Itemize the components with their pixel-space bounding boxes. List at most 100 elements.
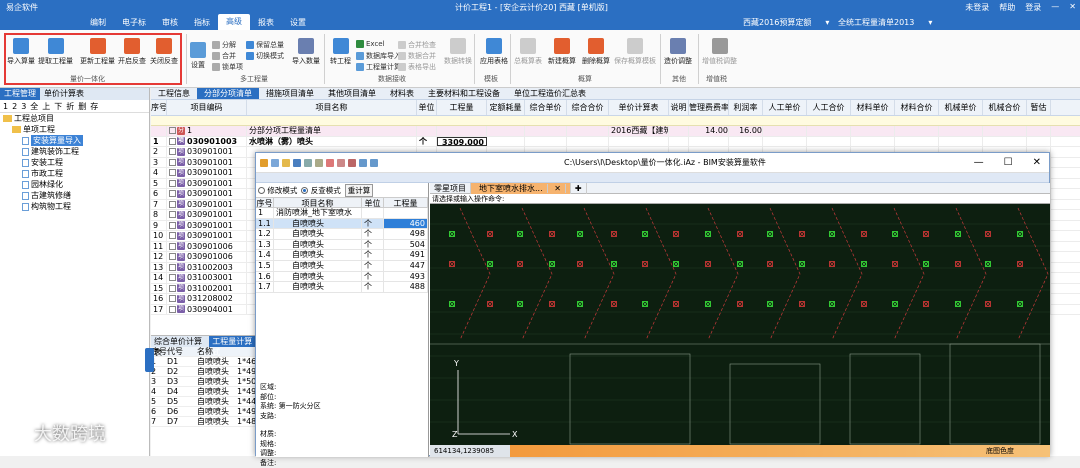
expand-icon[interactable] <box>169 232 176 239</box>
menu-advanced[interactable]: 高级 <box>218 14 250 30</box>
help-link[interactable]: 帮助 <box>999 2 1015 13</box>
sprinkler-head-icon[interactable] <box>738 262 743 267</box>
tab-unit-calc[interactable]: 综合单价计算表 <box>151 336 209 347</box>
login-status[interactable]: 未登录 <box>965 2 989 13</box>
sprinkler-head-icon[interactable] <box>862 262 867 267</box>
cad-canvas[interactable]: Y X Z <box>430 204 1050 445</box>
convert-project-button[interactable]: 转工程 <box>330 38 351 66</box>
sprinkler-head-icon[interactable] <box>800 232 805 237</box>
sprinkler-head-icon[interactable] <box>550 302 555 307</box>
tab-other-items[interactable]: 其他项目清单 <box>321 88 383 99</box>
tab-bill-items[interactable]: 分部分项清单 <box>197 88 259 99</box>
sprinkler-head-icon[interactable] <box>924 302 929 307</box>
excel-button[interactable]: Excel <box>356 40 385 48</box>
expand-icon[interactable] <box>169 264 176 271</box>
table-row[interactable]: 分1分部分项工程量清单2016西藏【建筑装14.0016.00 <box>151 126 1080 137</box>
sprinkler-head-icon[interactable] <box>612 302 617 307</box>
col-header[interactable]: 人工单价 <box>763 100 807 115</box>
menu-report[interactable]: 报表 <box>250 17 282 28</box>
list-item[interactable]: 2D2自喷喷头1*498 <box>151 367 260 377</box>
sprinkler-head-icon[interactable] <box>862 302 867 307</box>
sprinkler-head-icon[interactable] <box>1018 302 1023 307</box>
level-3-button[interactable]: 3 <box>21 102 26 111</box>
mode-reverse[interactable]: 反查模式 <box>301 185 340 196</box>
col-header[interactable]: 项目编码 <box>167 100 247 115</box>
col-header[interactable]: 机械合价 <box>983 100 1027 115</box>
sprinkler-head-icon[interactable] <box>1018 262 1023 267</box>
tree-item[interactable]: 市政工程 <box>0 168 149 179</box>
sprinkler-head-icon[interactable] <box>768 232 773 237</box>
add-tab-icon[interactable]: ✚ <box>571 183 587 194</box>
col-header[interactable]: 人工合价 <box>807 100 851 115</box>
setup-button[interactable]: 设置 <box>190 42 206 70</box>
new-estimate-button[interactable]: 新建概算 <box>548 38 576 66</box>
sprinkler-head-icon[interactable] <box>800 302 805 307</box>
level-1-button[interactable]: 1 <box>3 102 8 111</box>
close-tab-icon[interactable]: ✕ <box>550 184 566 193</box>
table-row[interactable]: 1.3自喷喷头个504 <box>256 240 428 251</box>
delete-icon[interactable] <box>348 159 356 167</box>
import-count-button[interactable]: 导入数量 <box>292 38 320 66</box>
merge-button[interactable]: 合并 <box>212 51 236 61</box>
expand-icon[interactable] <box>169 138 176 145</box>
list-item[interactable]: 6D6自喷喷头1*493 <box>151 407 260 417</box>
expand-icon[interactable] <box>169 295 176 302</box>
sprinkler-head-icon[interactable] <box>768 262 773 267</box>
col-header[interactable]: 序号 <box>151 100 167 115</box>
sprinkler-head-icon[interactable] <box>862 232 867 237</box>
sprinkler-head-icon[interactable] <box>738 232 743 237</box>
list-item[interactable]: 5D5自喷喷头1*447 <box>151 397 260 407</box>
sprinkler-head-icon[interactable] <box>706 302 711 307</box>
col-header[interactable]: 暂估 <box>1027 100 1051 115</box>
sprinkler-head-icon[interactable] <box>830 232 835 237</box>
expand-icon[interactable] <box>169 169 176 176</box>
apply-table-button[interactable]: 应用表格 <box>480 38 508 66</box>
sprinkler-head-icon[interactable] <box>450 262 455 267</box>
open-icon[interactable] <box>282 159 290 167</box>
expand-icon[interactable] <box>169 201 176 208</box>
list-selector[interactable]: 全统工程量清单2013▾ <box>830 17 932 28</box>
col-header[interactable]: 材料合价 <box>895 100 939 115</box>
col-header[interactable]: 项目名称 <box>247 100 417 115</box>
sprinkler-head-icon[interactable] <box>674 262 679 267</box>
tab-qty-formula[interactable]: 工程量计算式 <box>209 336 260 347</box>
sprinkler-head-icon[interactable] <box>578 262 583 267</box>
level-2-button[interactable]: 2 <box>12 102 17 111</box>
paste-icon[interactable] <box>337 159 345 167</box>
menu-ebid[interactable]: 电子标 <box>114 17 154 28</box>
expand-icon[interactable] <box>169 274 176 281</box>
sprinkler-head-icon[interactable] <box>643 262 648 267</box>
sprinkler-head-icon[interactable] <box>956 262 961 267</box>
sprinkler-head-icon[interactable] <box>674 302 679 307</box>
lock-button[interactable]: 锁单项 <box>212 62 243 72</box>
redo-icon[interactable] <box>370 159 378 167</box>
col-header[interactable]: 综合合价 <box>567 100 609 115</box>
sprinkler-head-icon[interactable] <box>518 302 523 307</box>
expand-icon[interactable] <box>169 243 176 250</box>
expand-icon[interactable] <box>169 222 176 229</box>
col-header[interactable]: 管理费费率 <box>689 100 729 115</box>
col-header[interactable]: 利润率 <box>729 100 763 115</box>
sprinkler-head-icon[interactable] <box>450 232 455 237</box>
tab-main-materials[interactable]: 主要材料和工程设备 <box>421 88 507 99</box>
sprinkler-head-icon[interactable] <box>893 302 898 307</box>
table-row[interactable]: 1.2自喷喷头个498 <box>256 229 428 240</box>
tab-cost-summary[interactable]: 单位工程造价汇总表 <box>507 88 593 99</box>
sprinkler-head-icon[interactable] <box>612 262 617 267</box>
expand-icon[interactable] <box>169 211 176 218</box>
sprinkler-head-icon[interactable] <box>674 232 679 237</box>
sprinkler-head-icon[interactable] <box>986 302 991 307</box>
merge-check-button[interactable]: 合并检查 <box>398 40 436 50</box>
table-row[interactable]: 1.7自喷喷头个488 <box>256 282 428 293</box>
sprinkler-head-icon[interactable] <box>986 232 991 237</box>
list-item[interactable]: 4D4自喷喷头1*491 <box>151 387 260 397</box>
expand-icon[interactable] <box>169 159 176 166</box>
table-row[interactable]: 1项030901003水喷淋（雾）喷头个3309.000 <box>151 137 1080 148</box>
sprinkler-head-icon[interactable] <box>518 232 523 237</box>
undo-icon[interactable] <box>359 159 367 167</box>
expand-icon[interactable] <box>169 253 176 260</box>
table-row[interactable]: 1.6自喷喷头个493 <box>256 272 428 283</box>
col-header[interactable]: 定额耗量 <box>487 100 525 115</box>
save-template-button[interactable]: 保存概算模板 <box>614 38 656 66</box>
expand-icon[interactable] <box>169 127 176 134</box>
